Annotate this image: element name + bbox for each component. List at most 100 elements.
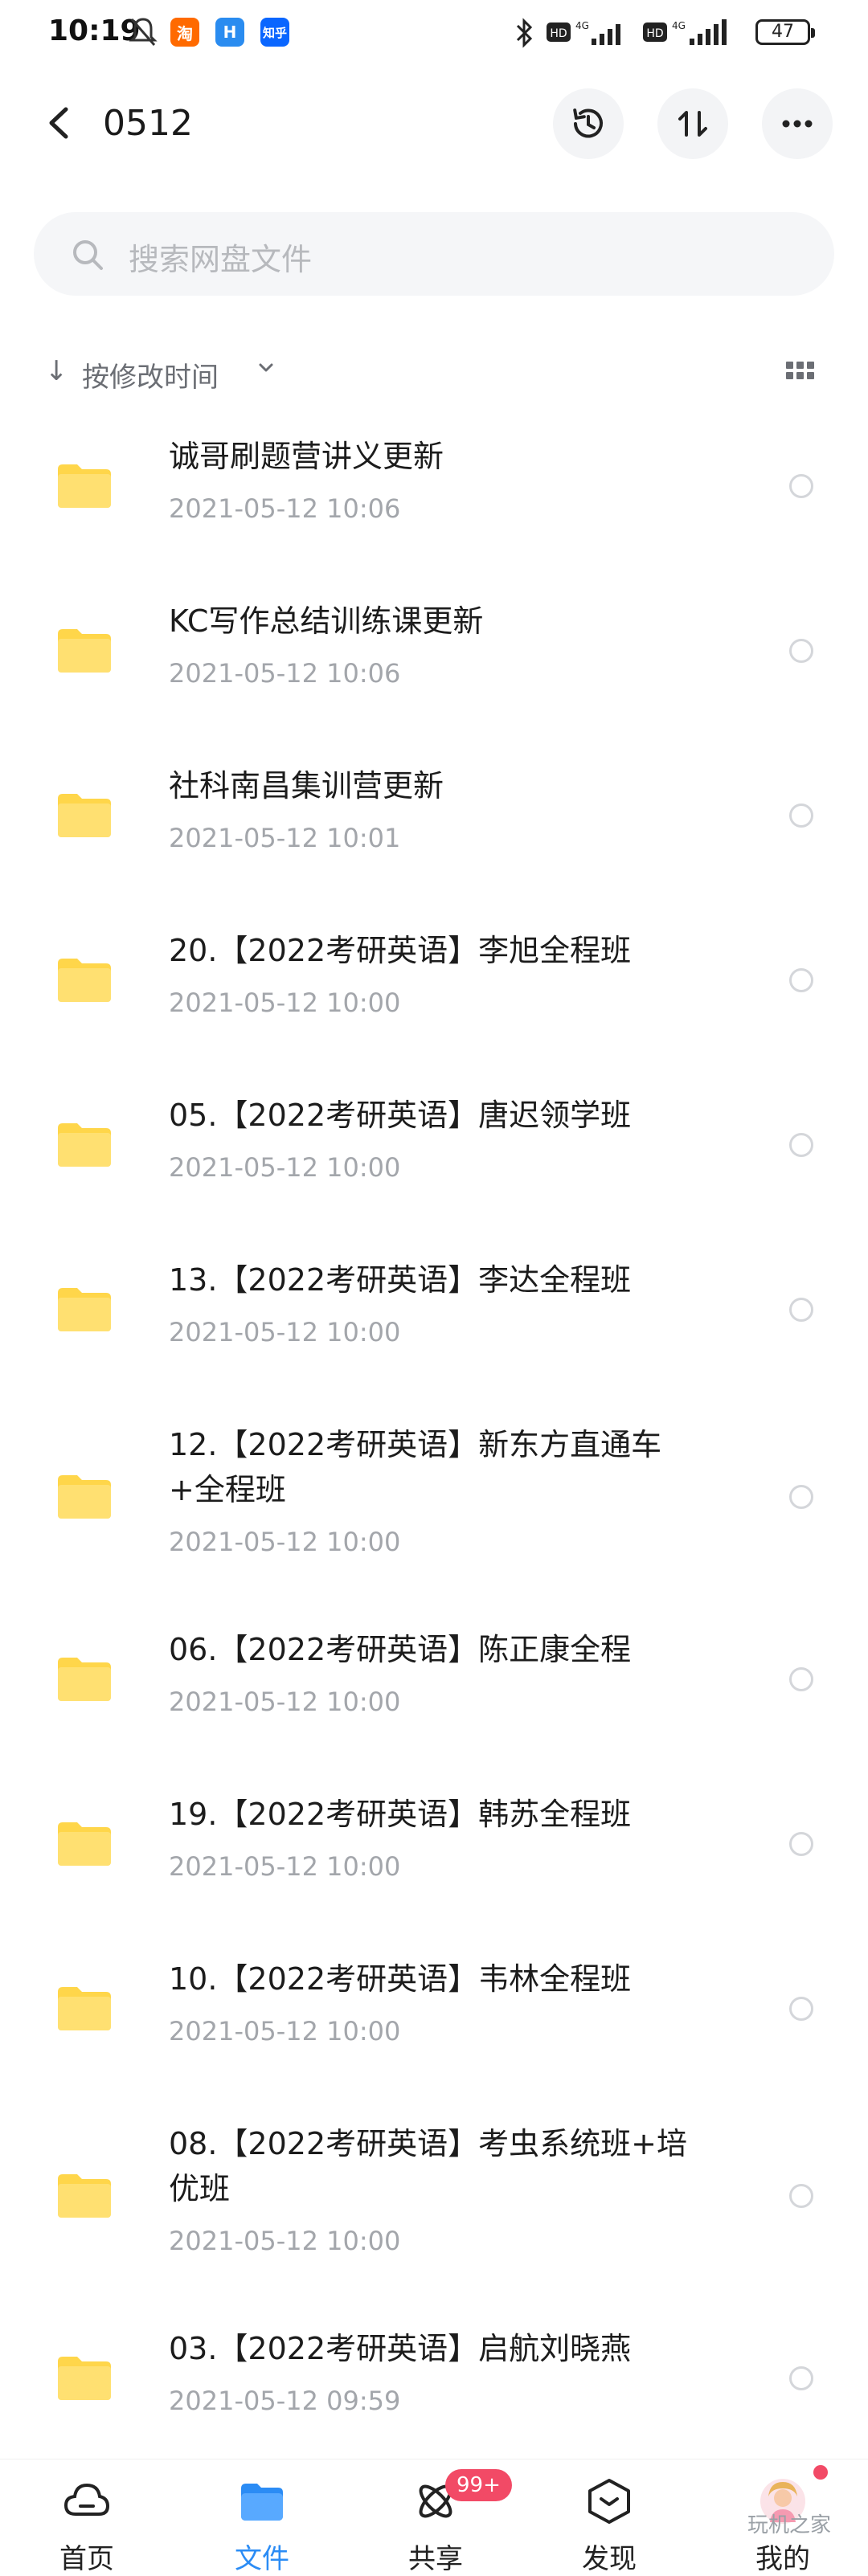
- file-name: 12.【2022考研英语】新东方直通车+全程班: [169, 1427, 662, 1507]
- file-name: KC写作总结训练课更新: [169, 603, 484, 639]
- signal-icon-2: HD 4G: [643, 18, 739, 51]
- file-date: 2021-05-12 10:00: [169, 1527, 401, 1557]
- select-checkbox[interactable]: [789, 1667, 813, 1691]
- status-bar: 10:19 淘 H 知乎 HD 4G HD 4G 47: [0, 0, 868, 64]
- signal-icon: HD 4G: [547, 18, 635, 51]
- select-checkbox[interactable]: [789, 639, 813, 663]
- file-date: 2021-05-12 10:06: [169, 493, 401, 524]
- svg-text:HD: HD: [550, 27, 567, 40]
- folder-icon: [58, 1288, 111, 1331]
- folder-icon: [58, 2357, 111, 2400]
- battery-indicator: 47: [755, 19, 815, 45]
- list-item[interactable]: 03.【2022考研英语】启航刘晓燕 2021-05-12 09:59: [0, 2318, 868, 2459]
- chevron-left-icon: [49, 107, 68, 139]
- file-date: 2021-05-12 10:00: [169, 1317, 401, 1347]
- sort-row: ↓ 按修改时间: [0, 346, 868, 402]
- select-checkbox[interactable]: [789, 2184, 813, 2208]
- page-title: 0512: [103, 103, 193, 144]
- folder-icon: [58, 464, 111, 508]
- folder-icon: [58, 1475, 111, 1519]
- search-icon: [69, 236, 106, 276]
- list-item[interactable]: 12.【2022考研英语】新东方直通车+全程班 2021-05-12 10:00: [0, 1414, 868, 1599]
- list-item[interactable]: 社科南昌集训营更新 2021-05-12 10:01: [0, 755, 868, 900]
- new-dot-indicator: [813, 2465, 828, 2480]
- select-checkbox[interactable]: [789, 1832, 813, 1856]
- nav-discover[interactable]: 发现: [553, 2459, 665, 2575]
- list-item[interactable]: KC写作总结训练课更新 2021-05-12 10:06: [0, 591, 868, 735]
- history-icon: [573, 108, 603, 138]
- file-name: 20.【2022考研英语】李旭全程班: [169, 933, 632, 968]
- sort-button[interactable]: 按修改时间: [82, 355, 219, 395]
- watermark: 玩机之家: [747, 2513, 832, 2537]
- list-item[interactable]: 诚哥刷题营讲义更新 2021-05-12 10:06: [0, 426, 868, 570]
- file-name: 05.【2022考研英语】唐迟领学班: [169, 1098, 632, 1133]
- file-name: 社科南昌集训营更新: [169, 768, 444, 803]
- back-button[interactable]: [40, 103, 80, 143]
- file-name: 诚哥刷题营讲义更新: [169, 439, 444, 474]
- file-name: 06.【2022考研英语】陈正康全程: [169, 1632, 632, 1667]
- folder-icon: [58, 1987, 111, 2030]
- file-date: 2021-05-12 10:00: [169, 2226, 401, 2256]
- transfer-button[interactable]: [657, 88, 728, 159]
- nav-files[interactable]: 文件: [206, 2459, 318, 2575]
- list-item[interactable]: 06.【2022考研英语】陈正康全程 2021-05-12 10:00: [0, 1619, 868, 1764]
- select-checkbox[interactable]: [789, 1133, 813, 1157]
- folder-icon: [58, 2174, 111, 2218]
- discover-box-icon: [588, 2479, 630, 2524]
- h-app-icon: H: [215, 18, 244, 47]
- notification-badge: 99+: [445, 2469, 512, 2501]
- file-date: 2021-05-12 10:00: [169, 2016, 401, 2046]
- file-name: 13.【2022考研英语】李达全程班: [169, 1262, 632, 1298]
- list-item[interactable]: 13.【2022考研英语】李达全程班 2021-05-12 10:00: [0, 1249, 868, 1394]
- list-item[interactable]: 20.【2022考研英语】李旭全程班 2021-05-12 10:00: [0, 920, 868, 1065]
- cloud-home-icon: [63, 2483, 110, 2516]
- list-item[interactable]: 05.【2022考研英语】唐迟领学班 2021-05-12 10:00: [0, 1085, 868, 1229]
- svg-text:4G: 4G: [575, 20, 589, 31]
- list-item[interactable]: 19.【2022考研英语】韩苏全程班 2021-05-12 10:00: [0, 1784, 868, 1928]
- file-date: 2021-05-12 10:00: [169, 1687, 401, 1717]
- header: 0512: [0, 80, 868, 169]
- status-time: 10:19: [48, 14, 141, 47]
- sort-direction-icon[interactable]: ↓: [45, 355, 68, 387]
- file-date: 2021-05-12 10:00: [169, 1851, 401, 1882]
- grid-view-icon[interactable]: [786, 360, 815, 384]
- file-date: 2021-05-12 10:00: [169, 1152, 401, 1183]
- file-name: 03.【2022考研英语】启航刘晓燕: [169, 2331, 632, 2366]
- bell-off-icon: [129, 16, 158, 48]
- folder-icon: [241, 2484, 283, 2521]
- folder-icon: [58, 1658, 111, 1701]
- more-button[interactable]: [762, 88, 833, 159]
- search-placeholder: 搜索网盘文件: [129, 242, 313, 277]
- select-checkbox[interactable]: [789, 2366, 813, 2390]
- chevron-down-icon[interactable]: [256, 357, 276, 381]
- folder-icon: [58, 794, 111, 837]
- zhihu-icon: 知乎: [260, 18, 289, 47]
- search-input[interactable]: 搜索网盘文件: [34, 212, 834, 296]
- file-name: 10.【2022考研英语】韦林全程班: [169, 1961, 632, 1997]
- select-checkbox[interactable]: [789, 1485, 813, 1509]
- transfer-arrows-icon: [678, 111, 707, 137]
- select-checkbox[interactable]: [789, 474, 813, 498]
- more-dots-icon: [782, 120, 813, 128]
- file-date: 2021-05-12 09:59: [169, 2386, 401, 2416]
- history-button[interactable]: [553, 88, 624, 159]
- select-checkbox[interactable]: [789, 803, 813, 828]
- nav-home[interactable]: 首页: [31, 2459, 143, 2575]
- folder-icon: [58, 629, 111, 673]
- list-item[interactable]: 10.【2022考研英语】韦林全程班 2021-05-12 10:00: [0, 1948, 868, 2093]
- select-checkbox[interactable]: [789, 1298, 813, 1322]
- file-date: 2021-05-12 10:01: [169, 823, 401, 853]
- file-name: 19.【2022考研英语】韩苏全程班: [169, 1797, 632, 1832]
- taobao-icon: 淘: [170, 18, 199, 47]
- file-name: 08.【2022考研英语】考虫系统班+培优班: [169, 2126, 687, 2206]
- folder-icon: [58, 1822, 111, 1866]
- file-date: 2021-05-12 10:00: [169, 987, 401, 1018]
- file-date: 2021-05-12 10:06: [169, 658, 401, 689]
- nav-share[interactable]: 99+ 共享: [379, 2459, 512, 2575]
- list-item[interactable]: 08.【2022考研英语】考虫系统班+培优班 2021-05-12 10:00: [0, 2113, 868, 2298]
- folder-icon: [58, 1123, 111, 1167]
- select-checkbox[interactable]: [789, 968, 813, 992]
- select-checkbox[interactable]: [789, 1997, 813, 2021]
- bluetooth-icon: [514, 18, 534, 51]
- bottom-nav: 首页 文件 99+ 共享 发现 我的: [0, 2459, 868, 2575]
